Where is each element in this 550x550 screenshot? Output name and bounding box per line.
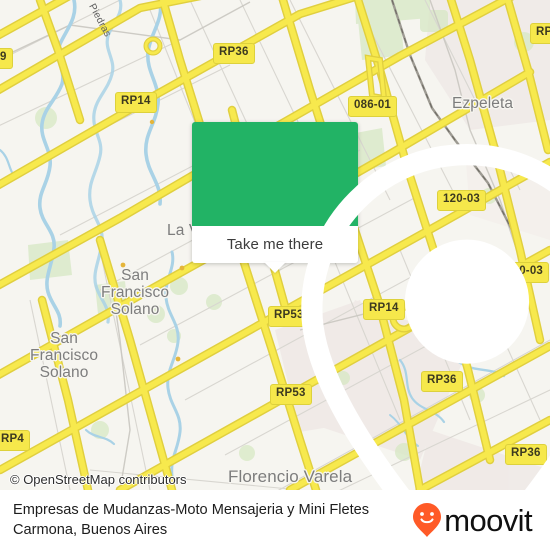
moovit-logo[interactable]: moovit [412, 502, 538, 538]
map-screenshot-root: Ezpeleta La V San Francisco Solano San Fran… [0, 0, 550, 550]
page-title: Empresas de Mudanzas-Moto Mensajeria y M… [13, 502, 370, 538]
moovit-smiling-pin-icon [413, 503, 442, 537]
location-popup[interactable]: Take me there [192, 122, 550, 490]
shield-rp36-top: RP36 [213, 43, 255, 64]
footer-bar: Empresas de Mudanzas-Moto Mensajeria y M… [0, 490, 550, 550]
popup-image-area [192, 122, 550, 490]
shield-rp14-top: RP14 [115, 92, 157, 113]
popup-tail [264, 262, 286, 273]
shield-rp4-left: RP4 [0, 430, 30, 451]
moovit-wordmark: moovit [444, 502, 532, 538]
shield-rp-right-top: RP [530, 23, 550, 44]
take-me-there-label: Take me there [226, 236, 324, 253]
osm-attribution[interactable]: © OpenStreetMap contributors [10, 472, 187, 487]
shield-086-01: 086-01 [348, 96, 398, 117]
shield-9-left-edge: 9 [0, 48, 13, 69]
take-me-there-button[interactable]: Take me there [192, 226, 358, 273]
map-canvas[interactable]: Ezpeleta La V San Francisco Solano San Fran… [0, 0, 550, 490]
location-pin-icon [301, 144, 550, 490]
